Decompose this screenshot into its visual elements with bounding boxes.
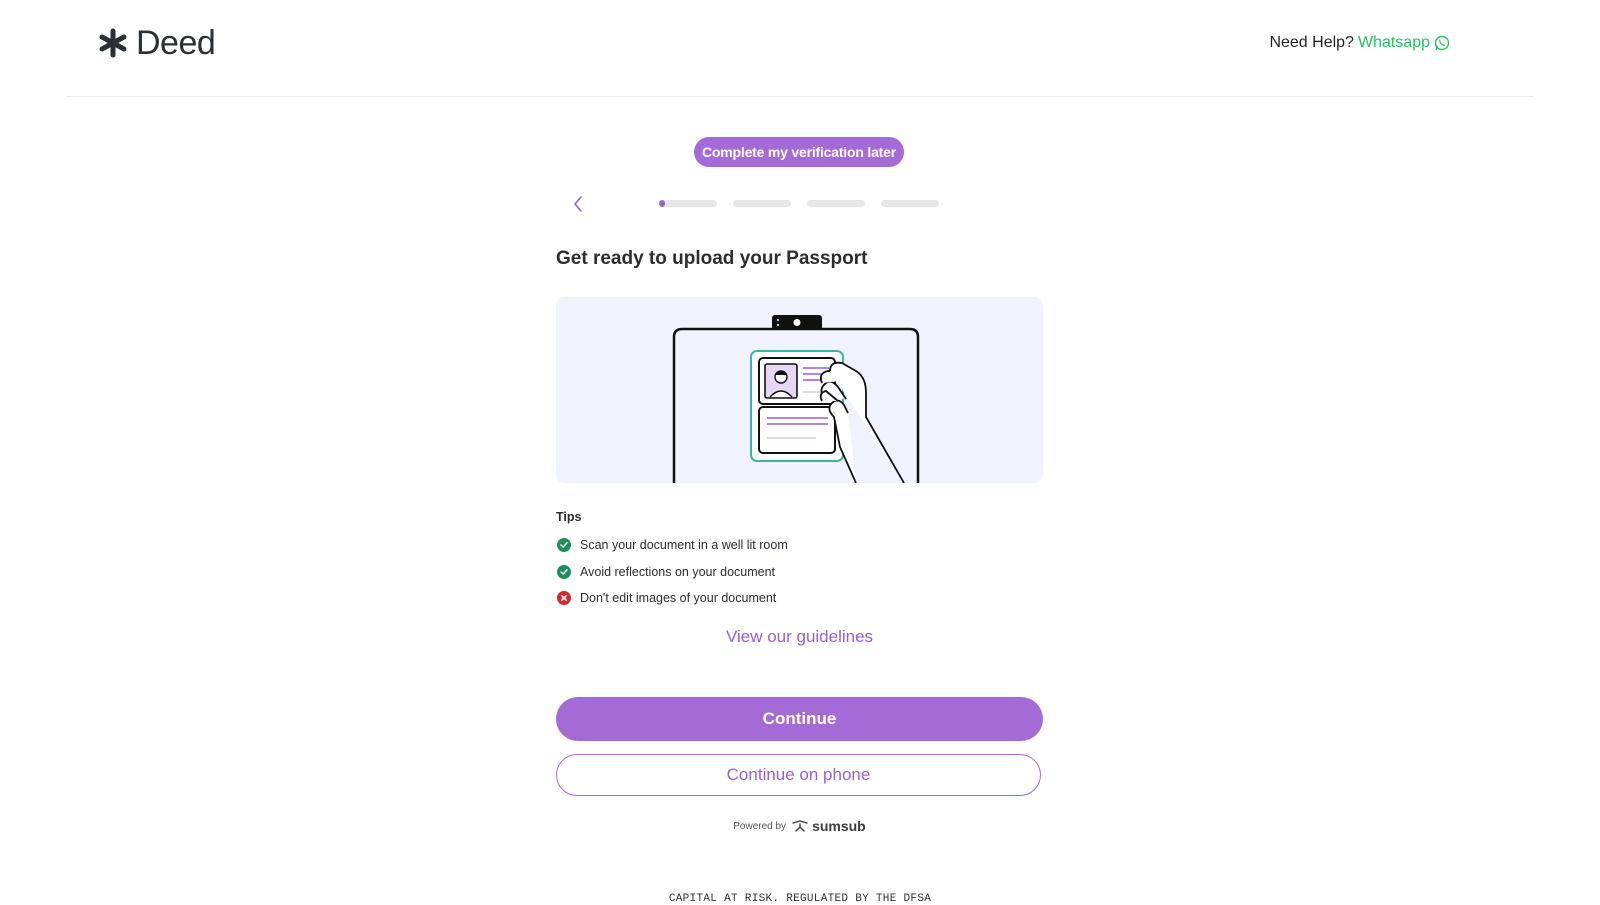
x-circle-icon [557, 591, 571, 606]
check-circle-icon [557, 538, 571, 553]
chevron-left-icon [574, 196, 582, 212]
continue-button[interactable]: Continue [556, 697, 1043, 741]
check-circle-icon [557, 564, 571, 579]
sumsub-logo-icon [792, 820, 808, 832]
tip-text: Scan your document in a well lit room [580, 538, 788, 553]
help-section: Need Help? Whatsapp [1269, 34, 1450, 52]
powered-by-label: Powered by [733, 820, 787, 832]
header: Deed Need Help? Whatsapp [0, 0, 1600, 96]
sumsub-text: sumsub [812, 818, 866, 834]
asterisk-logo-icon [99, 28, 127, 58]
passport-illustration [556, 297, 1043, 483]
whatsapp-icon[interactable] [1434, 35, 1450, 51]
document-scan-illustration [672, 315, 920, 483]
page-title: Get ready to upload your Passport [556, 248, 868, 269]
sumsub-brand: sumsub [792, 818, 866, 834]
progress-step [807, 200, 865, 207]
progress-step [659, 200, 717, 207]
progress-steps [659, 200, 939, 207]
logo-text: Deed [136, 24, 216, 62]
help-label: Need Help? [1269, 34, 1354, 51]
deed-logo[interactable]: Deed [96, 24, 216, 62]
header-divider [66, 96, 1534, 97]
powered-by[interactable]: Powered by sumsub [556, 818, 1043, 834]
tip-item: Avoid reflections on your document [556, 559, 788, 586]
complete-later-button[interactable]: Complete my verification later [694, 137, 904, 167]
tip-item: Scan your document in a well lit room [556, 532, 788, 559]
whatsapp-link[interactable]: Whatsapp [1358, 34, 1430, 52]
view-guidelines-link[interactable]: View our guidelines [556, 627, 1043, 647]
tips-heading: Tips [556, 510, 582, 524]
tips-list: Scan your document in a well lit room Av… [556, 532, 788, 612]
progress-fill [659, 200, 665, 207]
progress-step [733, 200, 791, 207]
tip-text: Avoid reflections on your document [580, 564, 776, 579]
continue-on-phone-button[interactable]: Continue on phone [556, 754, 1041, 796]
back-button[interactable] [568, 193, 588, 215]
tip-item: Don't edit images of your document [556, 585, 788, 612]
tip-text: Don't edit images of your document [580, 591, 777, 606]
footer-disclaimer: CAPITAL AT RISK. REGULATED BY THE DFSA [668, 893, 932, 905]
progress-step [881, 200, 939, 207]
